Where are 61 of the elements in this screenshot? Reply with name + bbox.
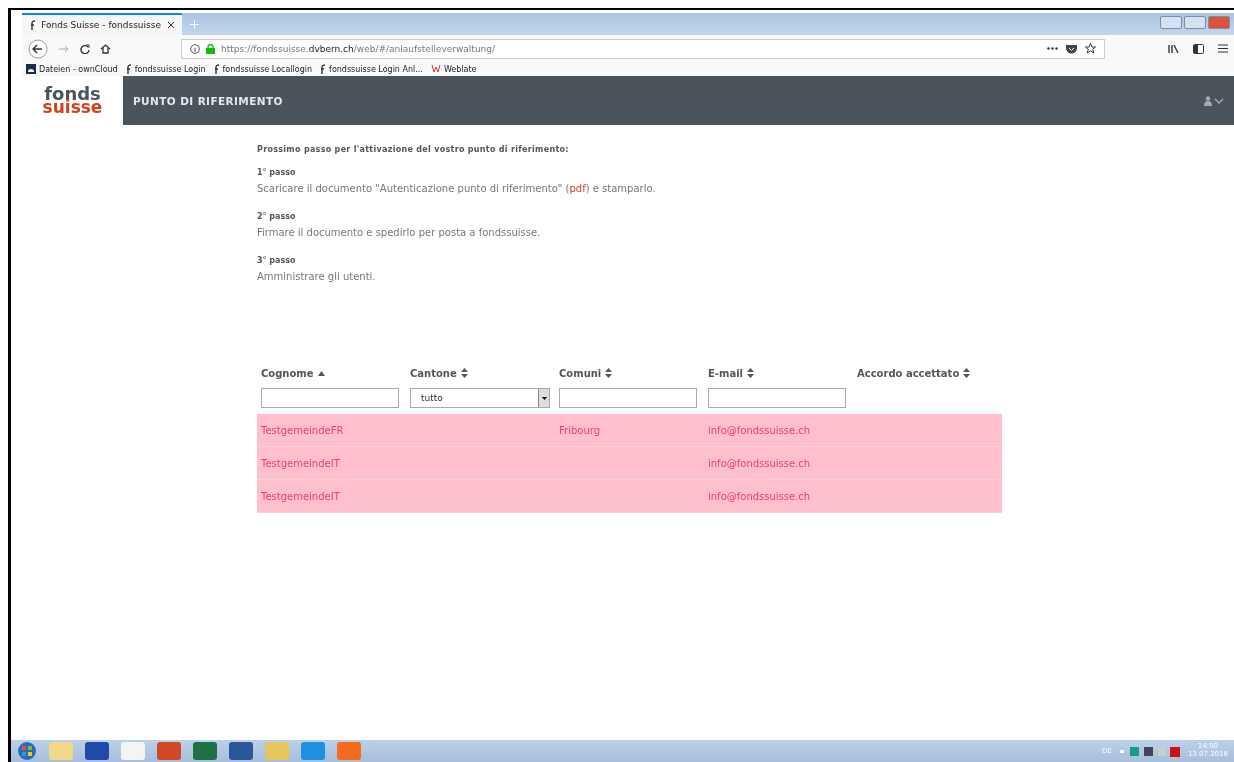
step-heading: 1° passo [257,168,297,177]
column-header[interactable]: Cognome [261,366,410,380]
page-title: PUNTO DI RIFERIMENTO [133,94,283,107]
table-cell: Fribourg [559,424,600,436]
tab-title: Fonds Suisse - fondssuisse [41,20,161,30]
table-cell: TestgemeindeIT [261,457,340,469]
home-icon[interactable] [100,43,111,54]
address-bar[interactable]: https://fondssuisse.dvbern.ch/web/#/anlaufstelleverwaltung/ [181,38,1105,59]
url-text: https://fondssuisse.dvbern.ch/web/#/anlaufstelleverwaltung/ [221,43,496,54]
table-cell: info@fondssuisse.ch [708,490,811,502]
lock-icon [206,43,215,54]
step-text: Firmare il documento e spedirlo per posta a fondssuisse. [257,227,542,238]
start-button-icon[interactable] [17,741,37,761]
table-cell: info@fondssuisse.ch [708,457,811,469]
filter-field[interactable] [261,388,399,408]
step-text: Scaricare il documento "Autenticazione punto di riferimento" (pdf) e stamparlo. [257,183,657,194]
close-window-button[interactable] [1208,16,1230,29]
pocket-icon[interactable] [1066,43,1077,54]
menu-icon[interactable] [1218,44,1228,53]
filter-field[interactable] [708,388,846,408]
filter-field[interactable] [559,388,697,408]
user-menu-icon[interactable] [1204,95,1224,106]
forward-icon[interactable] [58,43,70,54]
star-icon[interactable] [1085,43,1096,54]
tray-icons-drawing[interactable] [1119,745,1180,757]
restore-button[interactable] [1184,16,1206,29]
browser-tab[interactable]: Fonds Suisse - fondssuisse [22,13,182,35]
column-header[interactable]: Cantone [410,366,559,380]
bookmark-link[interactable]: Weblate [430,64,477,74]
reload-icon[interactable] [80,43,90,54]
letter-f-icon [320,64,327,74]
bookmark-link[interactable]: fondssuisse Locallogin [213,64,313,74]
column-header[interactable]: Accordo accettato [857,366,1006,380]
info-icon [190,43,200,54]
step-text: Amministrare gli utenti. [257,271,377,282]
table-cell: TestgemeindeIT [261,490,340,502]
letter-f-icon [213,64,220,74]
back-icon[interactable] [28,38,48,59]
weblate-icon [430,64,441,74]
pdf-link[interactable]: pdf [569,183,586,194]
bookmark-link[interactable]: fondssuisse Login Anl... [320,64,423,74]
bookmark-link[interactable]: fondssuisse Login [125,64,206,74]
new-tab-icon[interactable] [189,19,199,29]
logo[interactable]: fonds suisse [22,76,123,125]
intro-text: Prossimo passo per l'attivazione del vostro punto di riferimento: [257,145,570,154]
column-header[interactable]: E-mail [708,366,857,380]
more-icon[interactable] [1047,47,1058,50]
bookmark-link[interactable]: Dateien - ownCloud [26,64,118,74]
letter-f-icon [30,20,36,30]
library-icon[interactable] [1168,43,1179,54]
filter-dropdown[interactable]: tutto [410,388,550,408]
letter-f-icon [125,64,132,74]
caret-icon [541,396,547,400]
table-cell: info@fondssuisse.ch [708,424,811,436]
minimize-button[interactable] [1160,16,1182,29]
sidebar-icon[interactable] [1193,43,1204,54]
step-heading: 3° passo [257,256,297,265]
column-header[interactable]: Comuni [559,366,708,380]
table-cell: TestgemeindeFR [261,424,344,436]
step-heading: 2° passo [257,212,297,221]
close-icon[interactable] [167,21,174,29]
